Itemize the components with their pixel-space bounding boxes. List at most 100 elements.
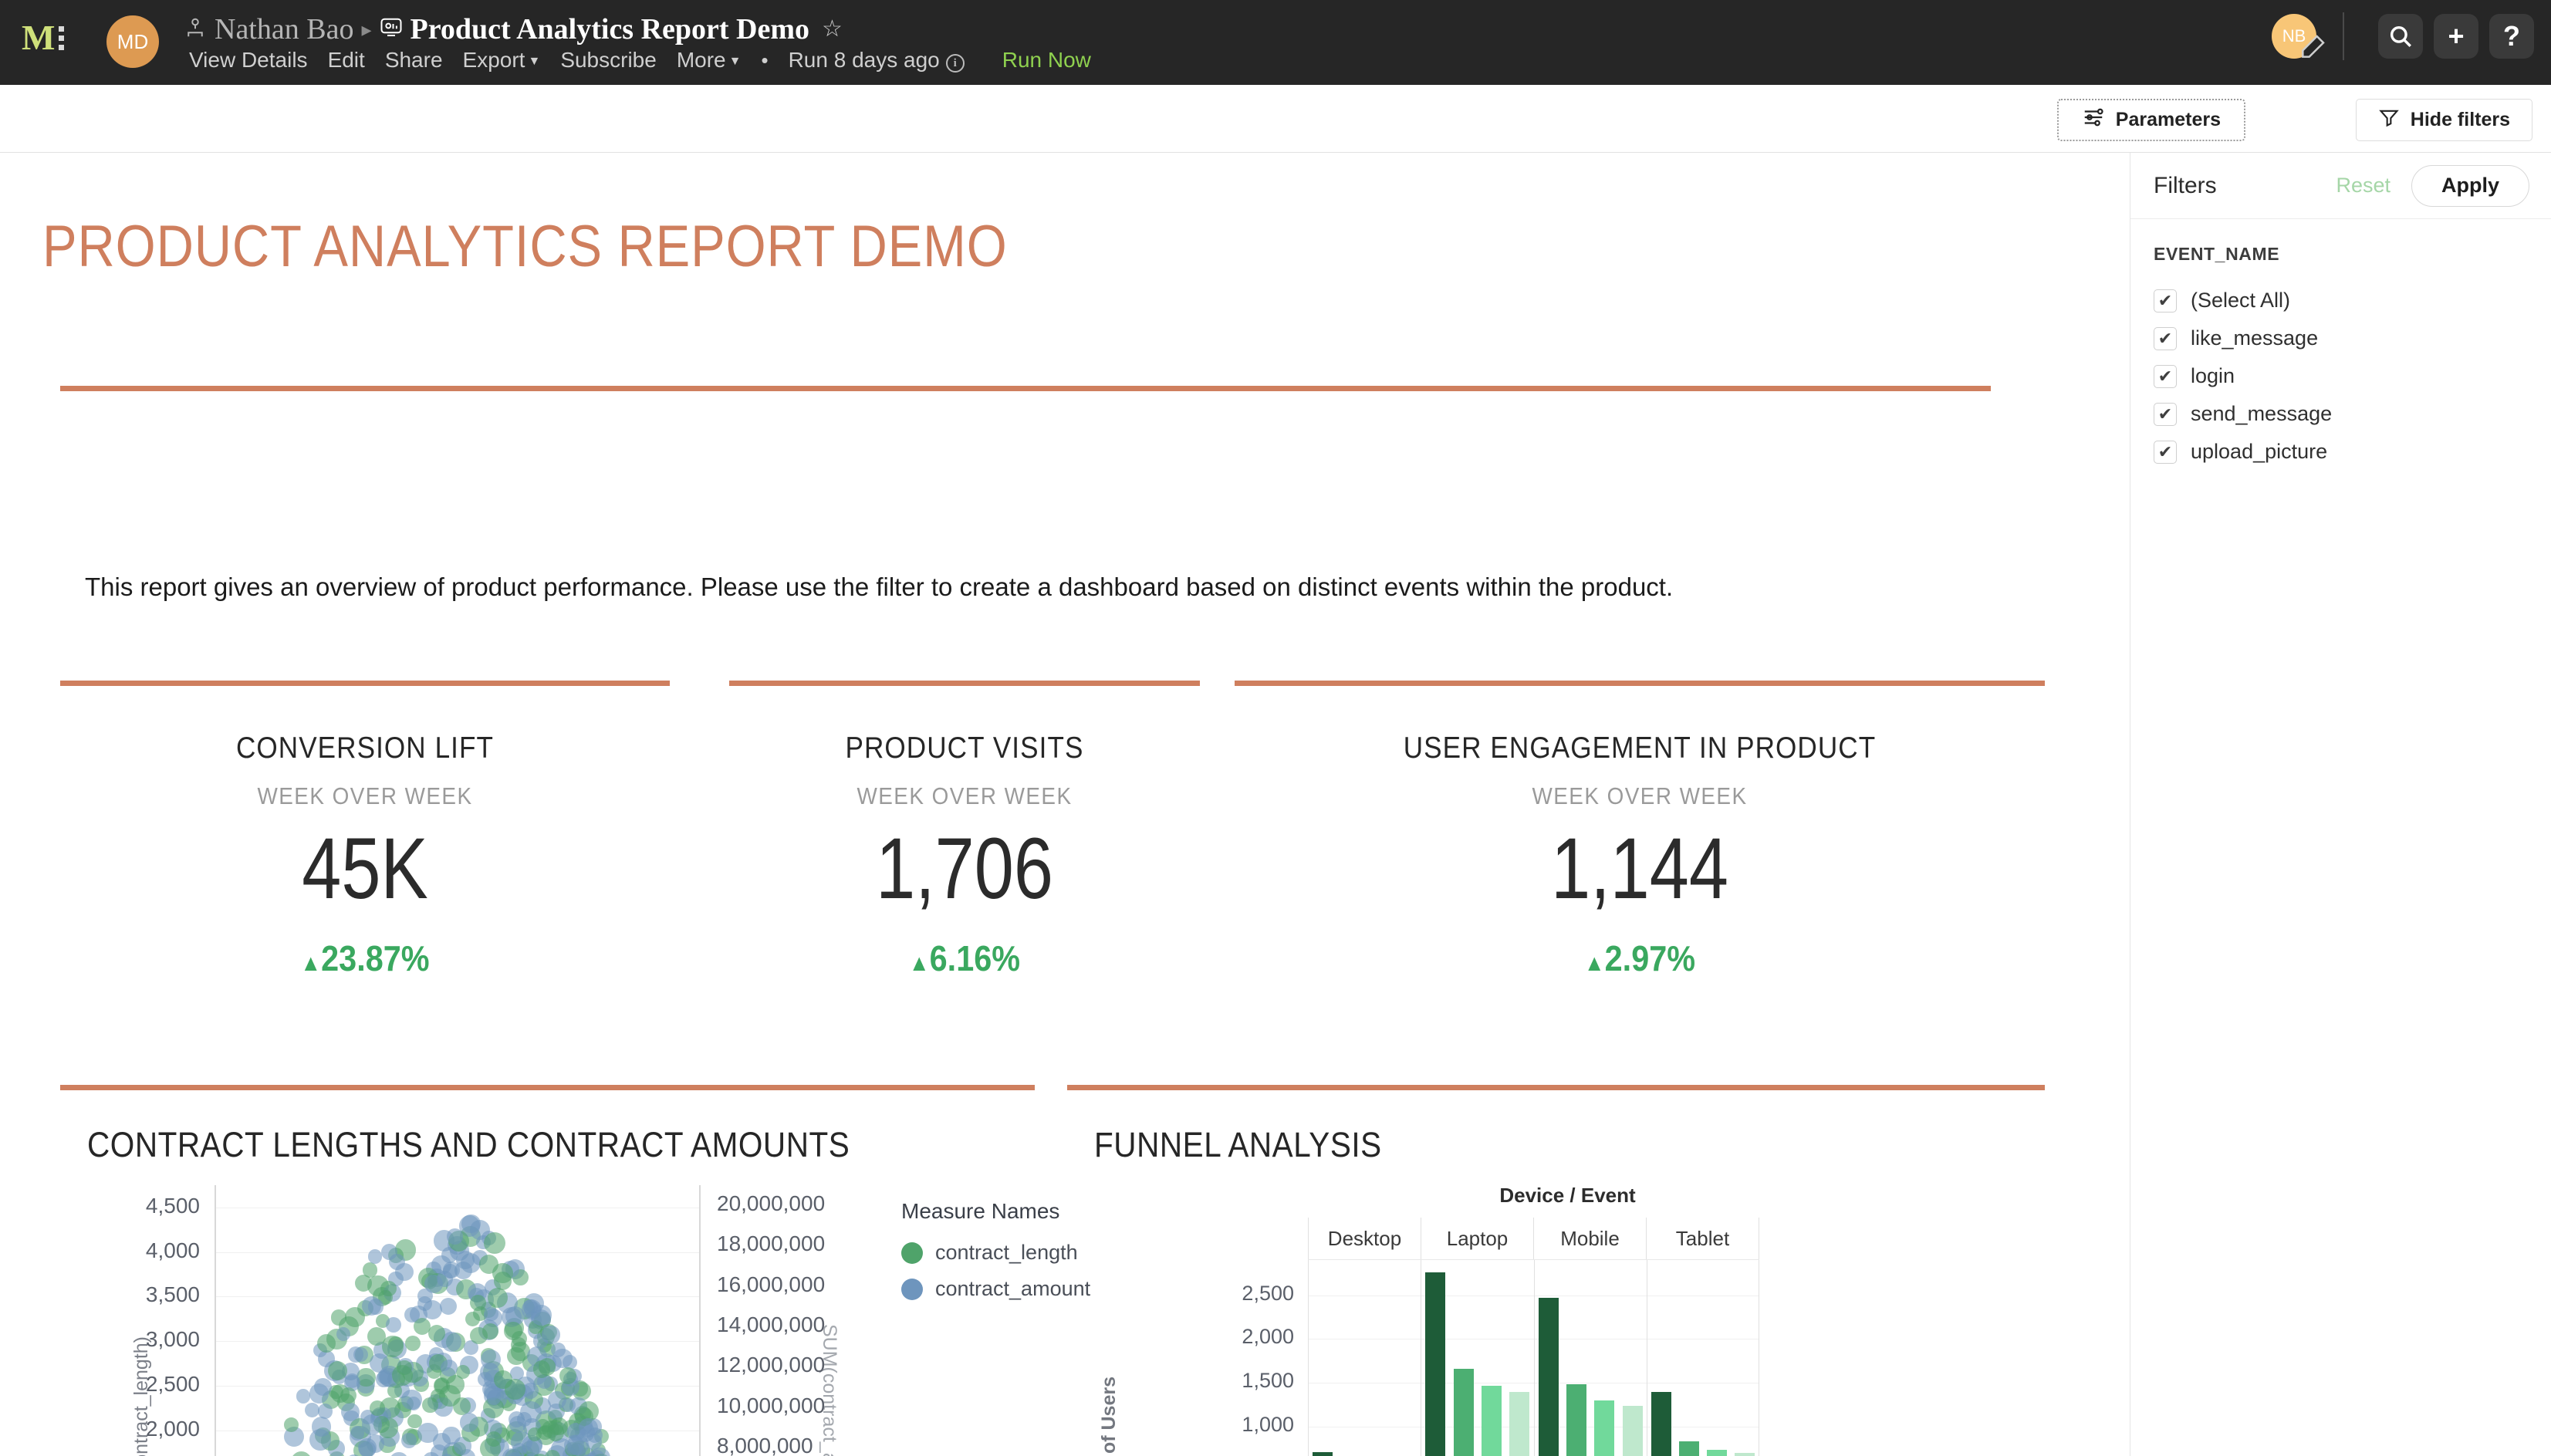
info-icon[interactable]: i bbox=[945, 54, 965, 73]
scatter-point[interactable] bbox=[336, 1327, 350, 1342]
bar[interactable] bbox=[1566, 1384, 1586, 1456]
bar[interactable] bbox=[1482, 1385, 1502, 1456]
scatter-point[interactable] bbox=[369, 1353, 389, 1373]
add-icon[interactable]: + bbox=[2434, 14, 2478, 59]
bar[interactable] bbox=[1594, 1400, 1615, 1456]
hide-filters-button[interactable]: Hide filters bbox=[2355, 99, 2532, 141]
scatter-point[interactable] bbox=[484, 1306, 498, 1321]
filter-item-select-all[interactable]: ✔ (Select All) bbox=[2154, 282, 2528, 319]
bar[interactable] bbox=[1706, 1450, 1727, 1456]
scatter-point[interactable] bbox=[296, 1389, 311, 1404]
bar[interactable] bbox=[1622, 1406, 1643, 1456]
scatter-point[interactable] bbox=[316, 1333, 336, 1353]
scatter-point[interactable] bbox=[441, 1426, 461, 1445]
menu-item-export[interactable]: Export ▼ bbox=[453, 48, 551, 73]
workspace-avatar[interactable]: MD bbox=[106, 15, 159, 68]
scatter-plot-area[interactable] bbox=[215, 1185, 701, 1456]
scatter-point[interactable] bbox=[567, 1434, 589, 1456]
scatter-point[interactable] bbox=[380, 1280, 397, 1297]
scatter-point[interactable] bbox=[400, 1389, 422, 1410]
bar-chart[interactable]: Device / Event Desktop Laptop Mobile Tablet… bbox=[1090, 1184, 2045, 1456]
scatter-point[interactable] bbox=[367, 1299, 384, 1315]
scatter-point[interactable] bbox=[358, 1441, 376, 1456]
bar[interactable] bbox=[1678, 1441, 1699, 1456]
scatter-point[interactable] bbox=[404, 1306, 421, 1323]
bar-group bbox=[1533, 1260, 1647, 1456]
scatter-point[interactable] bbox=[519, 1400, 542, 1423]
pencil-icon[interactable] bbox=[2296, 32, 2327, 68]
filter-item-like-message[interactable]: ✔ like_message bbox=[2154, 319, 2528, 357]
scatter-point[interactable] bbox=[401, 1432, 417, 1449]
bar[interactable] bbox=[1453, 1369, 1474, 1456]
scatter-point[interactable] bbox=[551, 1342, 566, 1357]
breadcrumb-user[interactable]: Nathan Bao bbox=[215, 12, 353, 46]
scatter-point[interactable] bbox=[542, 1326, 560, 1344]
filter-item-label: send_message bbox=[2191, 402, 2333, 425]
menu-item-edit[interactable]: Edit bbox=[318, 48, 375, 73]
reset-filters-button[interactable]: Reset bbox=[2336, 174, 2391, 198]
avatar[interactable]: NB bbox=[2272, 14, 2325, 59]
menu-item-share[interactable]: Share bbox=[375, 48, 453, 73]
scatter-point[interactable] bbox=[389, 1451, 408, 1456]
parameters-button[interactable]: Parameters bbox=[2056, 99, 2245, 141]
scatter-point[interactable] bbox=[423, 1299, 443, 1319]
scatter-point[interactable] bbox=[370, 1400, 385, 1417]
bar[interactable] bbox=[1651, 1391, 1671, 1456]
legend-item-contract-amount[interactable]: contract_amount bbox=[901, 1277, 1090, 1301]
filter-item-send-message[interactable]: ✔ send_message bbox=[2154, 395, 2528, 433]
scatter-point[interactable] bbox=[480, 1438, 501, 1456]
scatter-point[interactable] bbox=[531, 1305, 552, 1326]
scatter-point[interactable] bbox=[507, 1346, 525, 1366]
checkbox-icon[interactable]: ✔ bbox=[2154, 326, 2177, 350]
filter-item-login[interactable]: ✔ login bbox=[2154, 357, 2528, 395]
scatter-chart[interactable]: SUM(contract_length) SUM(contract_amount… bbox=[87, 1185, 1090, 1456]
bar[interactable] bbox=[1734, 1452, 1755, 1456]
bar[interactable] bbox=[1425, 1272, 1446, 1456]
search-icon[interactable] bbox=[2378, 14, 2423, 59]
legend-item-contract-length[interactable]: contract_length bbox=[901, 1241, 1090, 1265]
apply-filters-button[interactable]: Apply bbox=[2411, 164, 2529, 207]
scatter-point[interactable] bbox=[330, 1309, 347, 1326]
scatter-point[interactable] bbox=[511, 1330, 528, 1346]
menu-item-more[interactable]: More ▼ bbox=[667, 48, 752, 73]
help-icon[interactable]: ? bbox=[2489, 14, 2534, 59]
bar[interactable] bbox=[1509, 1392, 1530, 1456]
bar[interactable] bbox=[1538, 1297, 1559, 1456]
checkbox-icon[interactable]: ✔ bbox=[2154, 440, 2177, 464]
checkbox-icon[interactable]: ✔ bbox=[2154, 364, 2177, 388]
scatter-point[interactable] bbox=[283, 1417, 299, 1432]
scatter-point[interactable] bbox=[404, 1336, 421, 1352]
scatter-point[interactable] bbox=[361, 1414, 383, 1435]
scatter-point[interactable] bbox=[311, 1416, 332, 1437]
scatter-point[interactable] bbox=[417, 1423, 438, 1444]
scatter-point[interactable] bbox=[483, 1232, 505, 1255]
scatter-point[interactable] bbox=[348, 1346, 364, 1363]
filter-item-upload-picture[interactable]: ✔ upload_picture bbox=[2154, 433, 2528, 471]
scatter-point[interactable] bbox=[341, 1402, 360, 1421]
scatter-point[interactable] bbox=[290, 1451, 312, 1456]
run-now-button[interactable]: Run Now bbox=[975, 48, 1091, 73]
scatter-point[interactable] bbox=[439, 1297, 458, 1315]
scatter-point[interactable] bbox=[494, 1370, 512, 1389]
checkbox-icon[interactable]: ✔ bbox=[2154, 402, 2177, 426]
scatter-point[interactable] bbox=[385, 1317, 401, 1333]
menu-item-subscribe[interactable]: Subscribe bbox=[550, 48, 667, 73]
scatter-point[interactable] bbox=[304, 1403, 320, 1418]
scatter-point[interactable] bbox=[354, 1274, 372, 1292]
app-logo[interactable]: M bbox=[22, 20, 65, 56]
bar-chart-plot-area[interactable] bbox=[1308, 1259, 1759, 1456]
bar[interactable] bbox=[1313, 1452, 1333, 1456]
scatter-point[interactable] bbox=[470, 1326, 488, 1345]
scatter-point[interactable] bbox=[367, 1249, 383, 1264]
scatter-point[interactable] bbox=[388, 1253, 406, 1270]
scatter-point[interactable] bbox=[492, 1262, 513, 1284]
menu-item-view-details[interactable]: View Details bbox=[189, 48, 318, 73]
favorite-star-icon[interactable]: ☆ bbox=[822, 18, 843, 41]
scatter-point[interactable] bbox=[538, 1358, 556, 1376]
scatter-point[interactable] bbox=[422, 1397, 438, 1414]
checkbox-icon[interactable]: ✔ bbox=[2154, 289, 2177, 312]
scatter-point[interactable] bbox=[480, 1349, 501, 1370]
scatter-point[interactable] bbox=[454, 1262, 473, 1280]
scatter-point[interactable] bbox=[447, 1228, 463, 1245]
scatter-point[interactable] bbox=[455, 1364, 470, 1379]
